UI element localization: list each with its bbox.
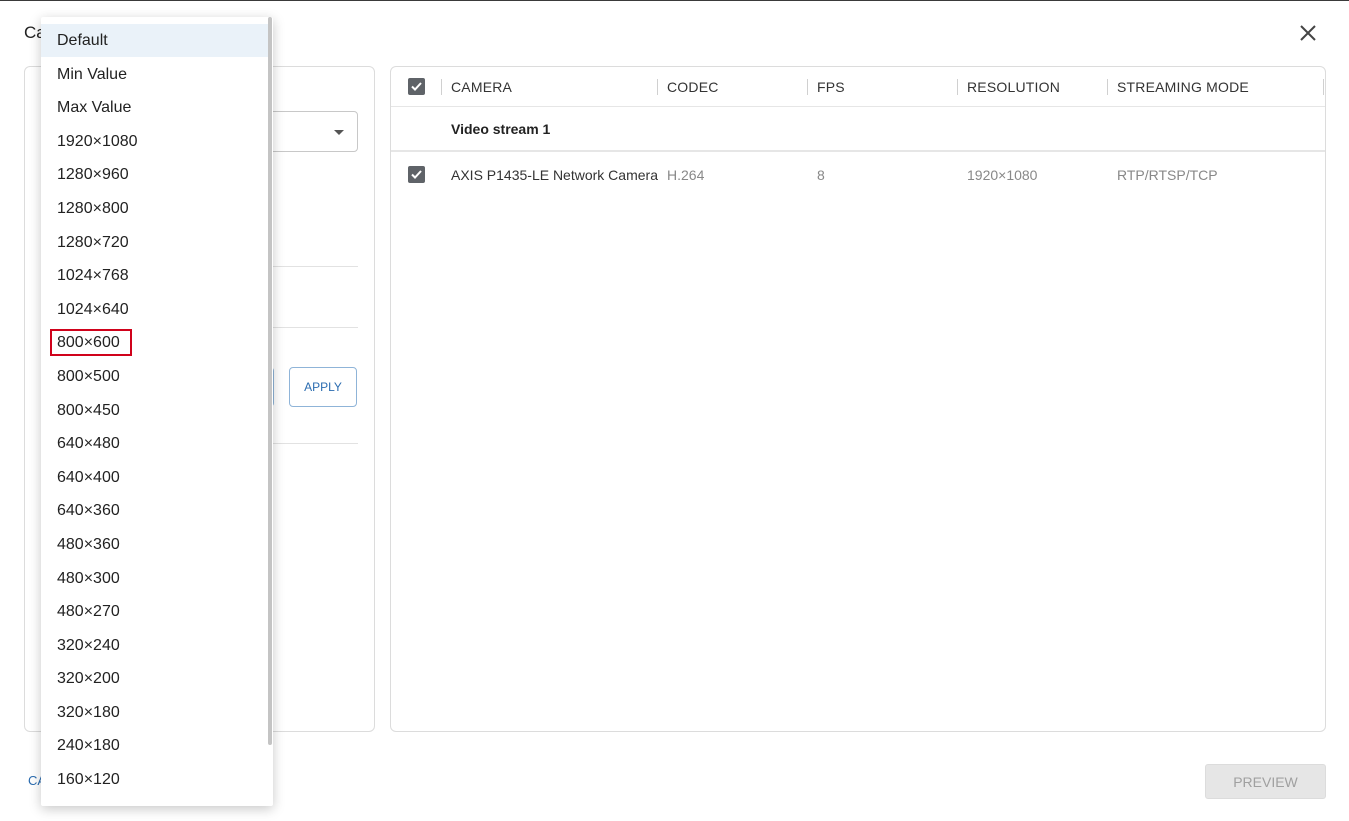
column-separator[interactable] (1107, 79, 1108, 95)
group-label: Video stream 1 (451, 121, 551, 137)
dropdown-option[interactable]: 800×450 (41, 394, 269, 427)
dropdown-option[interactable]: 480×360 (41, 528, 269, 561)
cell-fps: 8 (817, 167, 825, 183)
dropdown-option[interactable]: 1024×768 (41, 259, 269, 292)
column-separator[interactable] (807, 79, 808, 95)
dropdown-option[interactable]: 480×300 (41, 562, 269, 595)
column-separator (441, 79, 442, 95)
highlight-box (50, 329, 132, 356)
dropdown-option[interactable]: 800×500 (41, 360, 269, 393)
dropdown-scrollbar[interactable] (268, 17, 272, 745)
dropdown-option[interactable]: 1920×1080 (41, 125, 269, 158)
camera-table: CAMERA CODEC FPS RESOLUTION STREAMING MO… (390, 66, 1326, 732)
dropdown-option[interactable]: 240×180 (41, 729, 269, 762)
camera-settings-dialog: Ca APPLY CAMERA CODEC FPS RESOLUTION STR… (0, 0, 1349, 821)
header-camera[interactable]: CAMERA (451, 79, 512, 95)
cell-resolution: 1920×1080 (967, 167, 1038, 183)
dropdown-option[interactable]: 640×360 (41, 494, 269, 527)
dropdown-option[interactable]: Default (41, 24, 269, 57)
column-separator[interactable] (1323, 79, 1324, 95)
dropdown-option[interactable]: 480×270 (41, 595, 269, 628)
header-streaming-mode[interactable]: STREAMING MODE (1117, 79, 1249, 95)
table-row[interactable]: AXIS P1435-LE Network Camera H.264 8 192… (391, 154, 1325, 196)
group-row: Video stream 1 (391, 107, 1325, 152)
dropdown-option[interactable]: 160×120 (41, 763, 269, 796)
chevron-down-icon (334, 130, 344, 135)
dropdown-option[interactable]: 1024×640 (41, 293, 269, 326)
header-fps[interactable]: FPS (817, 79, 845, 95)
dropdown-option[interactable]: 1280×800 (41, 192, 269, 225)
dropdown-option[interactable]: 320×240 (41, 629, 269, 662)
check-icon (411, 170, 422, 179)
cell-camera: AXIS P1435-LE Network Camera (451, 167, 658, 183)
resolution-dropdown: Default Min Value Max Value 1920×1080 12… (41, 17, 273, 806)
column-separator[interactable] (957, 79, 958, 95)
dropdown-option[interactable]: 640×400 (41, 461, 269, 494)
dropdown-option[interactable]: 640×480 (41, 427, 269, 460)
check-icon (411, 82, 422, 91)
dropdown-option[interactable]: 1280×960 (41, 158, 269, 191)
dropdown-option[interactable]: Max Value (41, 91, 269, 124)
cell-streaming-mode: RTP/RTSP/TCP (1117, 167, 1218, 183)
dropdown-option[interactable]: Min Value (41, 58, 269, 91)
close-icon[interactable] (1296, 21, 1320, 45)
dropdown-option[interactable]: 320×180 (41, 696, 269, 729)
apply-button[interactable]: APPLY (289, 367, 357, 407)
header-resolution[interactable]: RESOLUTION (967, 79, 1060, 95)
table-header: CAMERA CODEC FPS RESOLUTION STREAMING MO… (391, 67, 1325, 107)
cell-codec: H.264 (667, 167, 705, 183)
header-codec[interactable]: CODEC (667, 79, 719, 95)
row-checkbox[interactable] (408, 166, 425, 183)
dropdown-option[interactable]: 1280×720 (41, 226, 269, 259)
preview-button[interactable]: PREVIEW (1205, 764, 1326, 799)
dropdown-option[interactable]: 320×200 (41, 662, 269, 695)
column-separator[interactable] (657, 79, 658, 95)
select-all-checkbox[interactable] (408, 78, 425, 95)
